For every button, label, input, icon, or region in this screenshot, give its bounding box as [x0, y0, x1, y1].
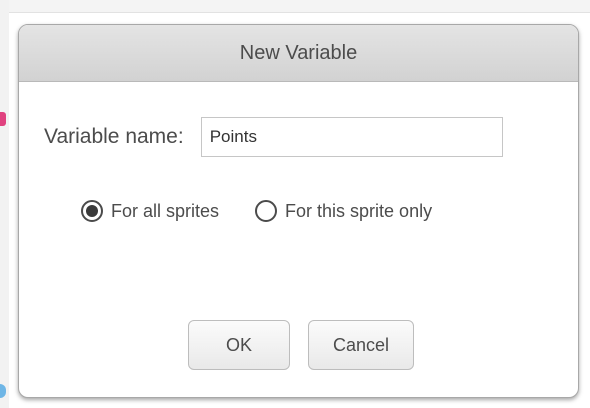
- background-pink-block: [0, 112, 6, 126]
- radio-for-this-sprite-only[interactable]: For this sprite only: [255, 200, 432, 222]
- dialog-title: New Variable: [239, 41, 358, 64]
- background-editor-edge: [0, 0, 9, 408]
- cancel-button[interactable]: Cancel: [308, 320, 414, 370]
- radio-checked-icon[interactable]: [81, 200, 103, 222]
- radio-for-all-sprites[interactable]: For all sprites: [81, 200, 219, 222]
- new-variable-dialog: New Variable Variable name: For all spri…: [18, 24, 579, 398]
- dialog-title-bar[interactable]: New Variable: [19, 25, 578, 82]
- variable-name-row: Variable name:: [44, 117, 503, 157]
- variable-scope-group: For all sprites For this sprite only: [81, 200, 432, 222]
- ok-button[interactable]: OK: [188, 320, 290, 370]
- radio-for-all-sprites-label: For all sprites: [111, 200, 220, 221]
- variable-name-input[interactable]: [200, 117, 503, 157]
- variable-name-label: Variable name:: [44, 125, 184, 148]
- background-toolbar-strip: [0, 0, 590, 13]
- radio-for-this-sprite-only-label: For this sprite only: [285, 200, 433, 221]
- radio-unchecked-icon[interactable]: [255, 200, 278, 222]
